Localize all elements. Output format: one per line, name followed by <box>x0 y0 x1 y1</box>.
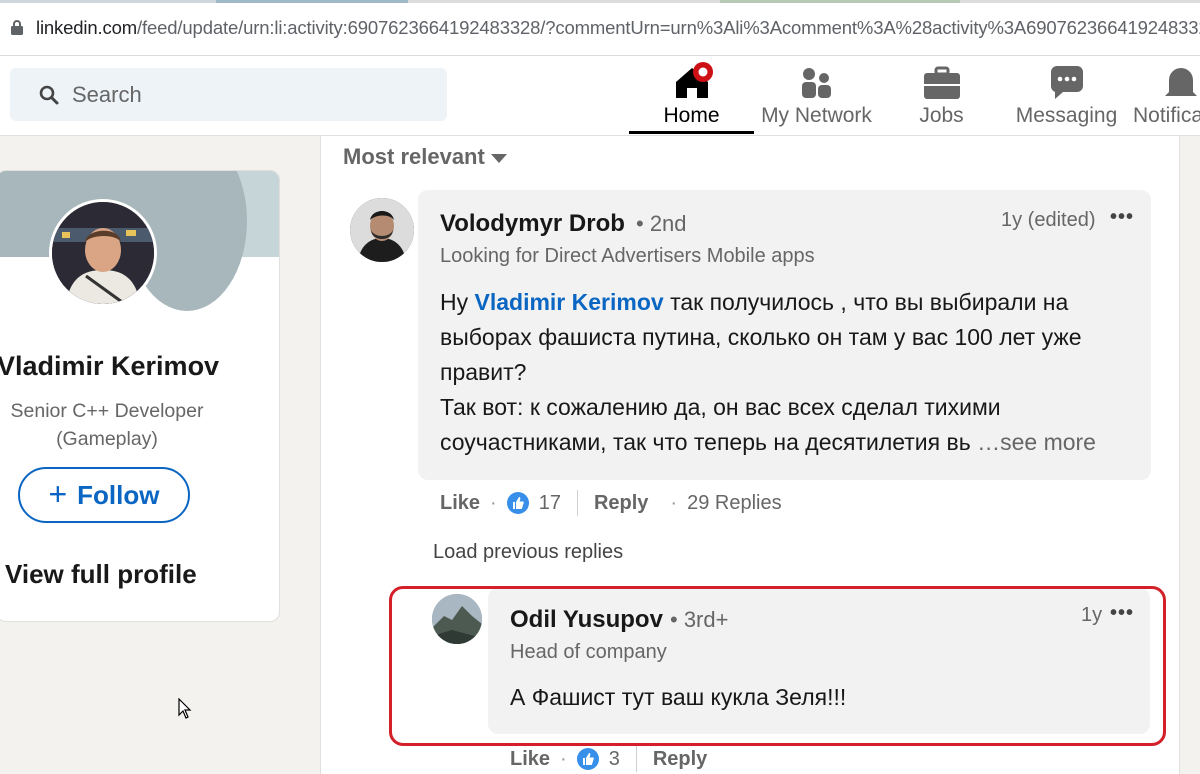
like-button[interactable]: Like <box>440 492 480 515</box>
browser-address-bar[interactable]: linkedin.com/feed/update/urn:li:activity… <box>0 0 1200 56</box>
nav-home-label: Home <box>663 104 720 127</box>
bell-icon <box>1165 68 1197 96</box>
nav-jobs-label: Jobs <box>919 104 964 127</box>
separator: · <box>490 491 497 514</box>
profile-avatar[interactable] <box>49 199 157 307</box>
profile-photo <box>52 202 154 304</box>
comment-text-line5: соучастниками, так что теперь на десятил… <box>440 429 971 455</box>
url-path: /feed/update/urn:li:activity:69076236641… <box>137 17 1200 38</box>
comment-text: Ну Vladimir Kerimov так получилось , что… <box>440 285 1140 460</box>
separator: · <box>670 491 678 514</box>
follow-button[interactable]: + Follow <box>18 467 190 523</box>
profile-name[interactable]: Vladimir Kerimov <box>0 351 219 382</box>
plus-icon: + <box>48 475 68 512</box>
mention-link[interactable]: Vladimir Kerimov <box>475 289 664 315</box>
mouse-cursor-icon <box>178 698 192 719</box>
nav-messaging-label: Messaging <box>1015 104 1118 127</box>
url-host: linkedin.com <box>36 17 138 38</box>
separator: · <box>560 747 567 770</box>
profile-headline: Senior C++ Developer (Gameplay) <box>10 400 204 450</box>
network-icon <box>801 68 831 98</box>
comment-timestamp: 1y (edited) <box>1001 209 1096 231</box>
search-box[interactable]: Search <box>10 68 447 121</box>
connection-degree: • 2nd <box>636 211 687 236</box>
chat-icon <box>1050 66 1083 99</box>
commenter-avatar[interactable] <box>350 198 414 262</box>
nav-my-network[interactable]: My Network <box>754 56 879 135</box>
url-text[interactable]: linkedin.com/feed/update/urn:li:activity… <box>36 17 1200 39</box>
profile-card: Vladimir Kerimov Senior C++ Developer (G… <box>0 170 280 622</box>
nav-jobs[interactable]: Jobs <box>879 56 1004 135</box>
divider <box>576 490 578 516</box>
comment-text-line1: так получилось , что вы выбирали на <box>663 289 1069 315</box>
global-nav: Search Home My Network Jobs Messaging No… <box>0 56 1200 136</box>
more-options-icon[interactable]: ••• <box>1110 206 1134 229</box>
briefcase-icon <box>923 66 960 99</box>
browser-tab-strip <box>0 0 1200 3</box>
comment-author-name[interactable]: Volodymyr Drob <box>440 210 625 238</box>
nav-home[interactable]: Home <box>629 56 754 135</box>
comment-text-line3: правит? <box>440 359 527 385</box>
comment-text-prefix: Ну <box>440 289 475 315</box>
comment-author-headline: Looking for Direct Advertisers Mobile ap… <box>440 245 815 267</box>
commenter-photo <box>350 198 414 262</box>
see-more-link[interactable]: …see more <box>977 429 1096 455</box>
sort-label: Most relevant <box>343 144 485 169</box>
nav-notifications[interactable]: Notifica <box>1129 56 1200 135</box>
active-indicator <box>629 131 754 134</box>
search-placeholder: Search <box>72 82 142 107</box>
reaction-count[interactable]: 17 <box>539 492 561 515</box>
comment-bubble: Volodymyr Drob • 2nd 1y (edited) ••• Loo… <box>418 190 1151 480</box>
red-highlight-box <box>389 586 1166 746</box>
reply-like-button[interactable]: Like <box>510 748 550 771</box>
nav-notifications-label: Notifica <box>1133 104 1200 127</box>
nav-my-network-label: My Network <box>761 104 872 127</box>
nav-messaging[interactable]: Messaging <box>1004 56 1129 135</box>
comment-text-line2: выборах фашиста путина, сколько он там у… <box>440 324 1082 350</box>
like-reaction-icon[interactable] <box>506 492 529 514</box>
reply-button[interactable]: Reply <box>594 492 648 515</box>
view-full-profile-link[interactable]: View full profile <box>5 559 197 590</box>
follow-label: Follow <box>77 479 160 510</box>
search-icon <box>39 85 59 105</box>
sort-dropdown[interactable]: Most relevant <box>343 144 507 170</box>
reply-reply-button[interactable]: Reply <box>653 748 707 771</box>
divider <box>635 746 637 772</box>
reply-actions: Like · 3 Reply <box>510 746 707 772</box>
lock-icon[interactable] <box>10 19 24 35</box>
comment-text-line4: Так вот: к сожалению да, он вас всех сде… <box>440 394 1001 420</box>
reply-reaction-count[interactable]: 3 <box>609 748 620 771</box>
home-icon <box>675 62 713 98</box>
replies-count-link[interactable]: 29 Replies <box>687 492 782 515</box>
load-previous-replies-button[interactable]: Load previous replies <box>433 541 623 564</box>
comment-actions: Like · 17 Reply · 29 Replies <box>440 490 782 516</box>
like-reaction-icon[interactable] <box>576 748 599 770</box>
caret-down-icon <box>490 153 507 163</box>
